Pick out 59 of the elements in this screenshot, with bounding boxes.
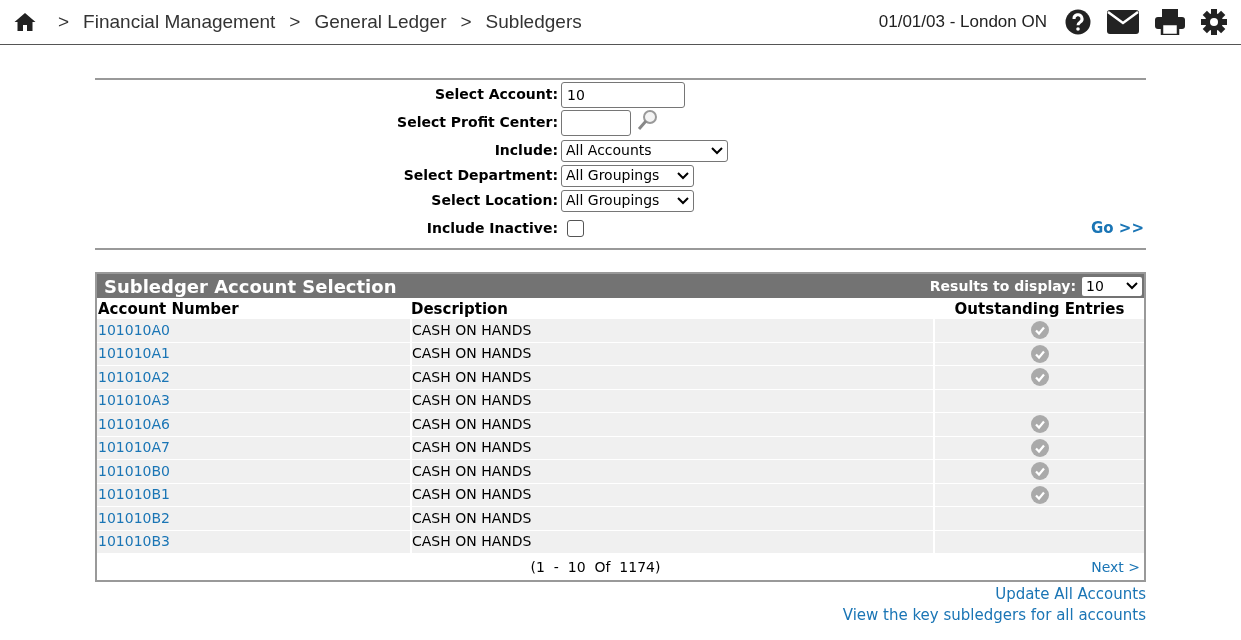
chevron-icon[interactable] [1126, 282, 1138, 290]
table-cell: CASH ON HANDS [412, 436, 935, 459]
table-cell: CASH ON HANDS [412, 342, 935, 365]
column-header: Outstanding Entries [953, 299, 1126, 320]
account-link[interactable]: 101010A3 [97, 390, 170, 412]
dropdown[interactable]: All Accounts [561, 139, 728, 162]
home-icon[interactable] [14, 12, 36, 32]
table-cell: CASH ON HANDS [412, 413, 935, 436]
breadcrumb-link[interactable]: Subledgers [485, 7, 582, 37]
field-label: Select Department: [402, 166, 559, 185]
account-link[interactable]: 101010A6 [97, 413, 170, 435]
table-title: Subledger Account Selection [104, 274, 397, 299]
next-link[interactable]: Next > [1091, 556, 1140, 578]
location-date-text: 01/01/03 - London ON [878, 11, 1047, 34]
field-label: Include Inactive: [425, 219, 559, 238]
footer-link[interactable]: View the key subledgers for all accounts [842, 605, 1146, 626]
field-label: Include: [493, 141, 559, 160]
chevron-icon[interactable] [677, 171, 689, 180]
table-cell: CASH ON HANDS [412, 460, 935, 483]
table-cell: CASH ON HANDS [412, 389, 935, 412]
account-link[interactable]: 101010A2 [97, 366, 170, 388]
printer-icon[interactable] [1155, 9, 1185, 35]
breadcrumb-separator: > [460, 9, 472, 34]
help-icon[interactable] [1065, 9, 1091, 35]
field-label: Select Account: [434, 85, 559, 104]
column-header: Description [410, 299, 510, 320]
field-label: Select Profit Center: [396, 113, 559, 132]
breadcrumb-link[interactable]: Financial Management [83, 7, 276, 37]
footer-link[interactable]: Update All Accounts [995, 584, 1146, 605]
breadcrumb-link[interactable]: General Ledger [314, 7, 447, 37]
account-input[interactable]: 10 [561, 81, 685, 108]
table-cell: CASH ON HANDS [412, 319, 935, 342]
account-link[interactable]: 101010A0 [97, 319, 170, 341]
account-link[interactable]: 101010A1 [97, 343, 170, 365]
breadcrumb-separator: > [289, 9, 301, 34]
chevron-icon[interactable] [677, 196, 689, 205]
profit-center-input[interactable] [561, 109, 631, 136]
chevron-icon[interactable] [711, 146, 723, 155]
account-link[interactable]: 101010B0 [97, 460, 170, 482]
table-cell: CASH ON HANDS [412, 530, 935, 553]
table-cell: CASH ON HANDS [412, 483, 935, 506]
account-link[interactable]: 101010A7 [97, 437, 170, 459]
field-label: Select Location: [430, 191, 559, 210]
table-cell: CASH ON HANDS [412, 507, 935, 530]
go-link[interactable]: Go >> [1091, 217, 1144, 240]
dropdown[interactable]: All Groupings [561, 164, 694, 187]
results-dropdown[interactable]: 10 [1082, 276, 1142, 296]
account-link[interactable]: 101010B2 [97, 507, 170, 529]
mail-icon[interactable] [1107, 10, 1139, 34]
results-label: Results to display: [929, 276, 1076, 296]
account-link[interactable]: 101010B3 [97, 531, 170, 553]
account-link[interactable]: 101010B1 [97, 484, 170, 506]
magnifier-icon[interactable] [637, 108, 659, 131]
settings-icon[interactable] [1201, 9, 1227, 35]
breadcrumb-separator: > [58, 9, 70, 34]
column-header: Account Number [97, 299, 240, 320]
table-cell: CASH ON HANDS [412, 366, 935, 389]
pagination-text: (1 - 10 Of 1174) [530, 557, 661, 577]
dropdown[interactable]: All Groupings [561, 189, 694, 212]
